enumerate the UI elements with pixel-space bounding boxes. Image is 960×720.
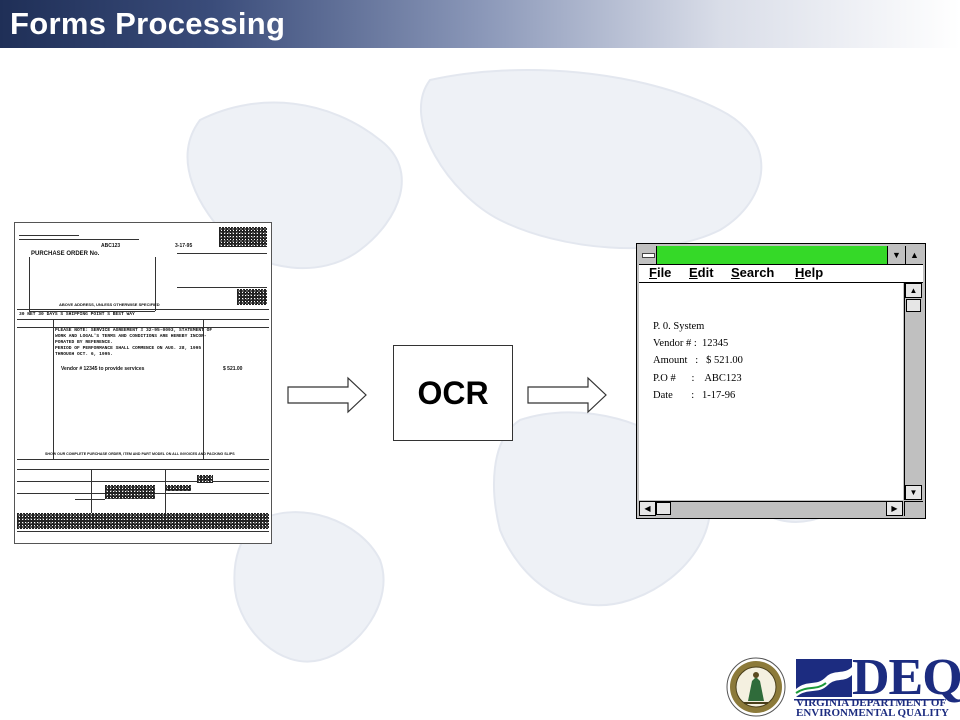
maximize-button[interactable]: ▲: [905, 246, 923, 264]
menu-accel: S: [731, 265, 740, 280]
form-body-line: PERIOD OF PERFORMANCE SHALL COMMENCE ON …: [55, 346, 202, 351]
menu-label: elp: [804, 265, 824, 280]
form-rule: [17, 531, 269, 532]
scroll-down-icon[interactable]: ▼: [905, 485, 922, 500]
form-rule: [177, 253, 267, 254]
form-line-amount: $ 521.00: [223, 366, 243, 372]
form-rule: [19, 235, 79, 236]
form-rule: [19, 239, 139, 240]
form-vendor-code: ABC123: [101, 243, 121, 249]
arrow-right-icon: [287, 376, 367, 414]
menu-accel: E: [689, 265, 698, 280]
form-rule: [177, 287, 267, 288]
form-scan-noise: [17, 513, 269, 529]
menu-accel: F: [649, 265, 657, 280]
field-line: P.O # : ABC123: [653, 373, 742, 384]
form-terms-row: 30 NET 30 DAYS S SHIPPING POINT S BEST W…: [19, 312, 135, 317]
vertical-scrollbar[interactable]: ▲ ▼: [904, 283, 923, 500]
form-rule: [91, 469, 92, 513]
form-date-stamp: 3-17-95: [175, 243, 193, 249]
form-scan-noise: [219, 227, 267, 247]
document-area[interactable]: P. 0. System Vendor # : 12345 Amount : $…: [639, 283, 903, 500]
scanned-purchase-order: ABC123 3-17-95 PURCHASE ORDER No. ABOVE …: [14, 222, 272, 544]
form-rule: [203, 319, 204, 459]
form-rule: [75, 499, 105, 500]
form-body-line: PORATED BY REFERENCE.: [55, 340, 113, 345]
title-bar: Forms Processing: [0, 0, 960, 48]
form-scan-noise: [197, 475, 213, 483]
form-body-line: PLEASE NOTE: SERVICE AGREEMENT # 32-95-0…: [55, 328, 213, 333]
form-rule: [17, 319, 269, 320]
ocr-result-window[interactable]: ▼ ▲ File Edit Search Help P. 0. System V…: [636, 243, 926, 519]
virginia-seal-icon: [726, 657, 786, 717]
horizontal-scroll-thumb[interactable]: [656, 502, 671, 515]
menu-bar: File Edit Search Help: [639, 265, 923, 283]
field-line: P. 0. System: [653, 321, 705, 332]
field-line: Amount : $ 521.00: [653, 355, 743, 366]
form-scan-noise: [165, 485, 191, 491]
form-line-item: Vendor # 12345 to provide services: [61, 366, 145, 372]
menu-label: dit: [697, 265, 714, 280]
arrow-right-icon: [527, 376, 607, 414]
system-menu-button[interactable]: [639, 246, 657, 264]
form-rule: [29, 257, 30, 311]
form-rule: [17, 459, 269, 460]
horizontal-scrollbar[interactable]: ◀ ▶: [639, 501, 903, 516]
minimize-button[interactable]: ▼: [887, 246, 905, 264]
scroll-up-icon[interactable]: ▲: [905, 283, 922, 298]
vertical-scroll-thumb[interactable]: [906, 299, 921, 312]
menu-search[interactable]: Search: [731, 265, 774, 280]
menu-label: earch: [739, 265, 775, 280]
scrollbar-corner: [904, 501, 923, 516]
field-line: Date : 1-17-96: [653, 390, 736, 401]
window-title-bar[interactable]: ▼ ▲: [639, 246, 923, 265]
menu-accel: H: [795, 265, 805, 280]
form-scan-noise: [237, 289, 267, 305]
page-title: Forms Processing: [10, 6, 286, 41]
ocr-box: OCR: [393, 345, 513, 441]
form-rule: [165, 469, 166, 513]
form-rule: [17, 469, 269, 470]
deq-tagline-line2: ENVIRONMENTAL QUALITY: [796, 707, 949, 719]
form-address-note: ABOVE ADDRESS, UNLESS OTHERWISE SPECIFIE…: [59, 302, 160, 307]
form-rule: [17, 481, 269, 482]
form-rule: [53, 319, 54, 459]
form-title: PURCHASE ORDER No.: [31, 251, 100, 257]
menu-edit[interactable]: Edit: [689, 265, 714, 280]
ocr-label: OCR: [417, 374, 489, 411]
form-scan-noise: [105, 485, 155, 499]
menu-label: ile: [656, 265, 672, 280]
menu-help[interactable]: Help: [795, 265, 823, 280]
scroll-left-icon[interactable]: ◀: [639, 501, 656, 516]
field-line: Vendor # : 12345: [653, 338, 729, 349]
menu-file[interactable]: File: [649, 265, 671, 280]
form-rule: [17, 309, 269, 310]
form-body-line: WORK AND LOGAL'S TERMS AND CONDITIONS AR…: [55, 334, 207, 339]
form-body-line: THROUGH OCT. 6, 1995.: [55, 352, 113, 357]
form-footer-note: SHOW OUR COMPLETE PURCHASE ORDER, ITEM A…: [45, 452, 235, 456]
scroll-right-icon[interactable]: ▶: [886, 501, 903, 516]
